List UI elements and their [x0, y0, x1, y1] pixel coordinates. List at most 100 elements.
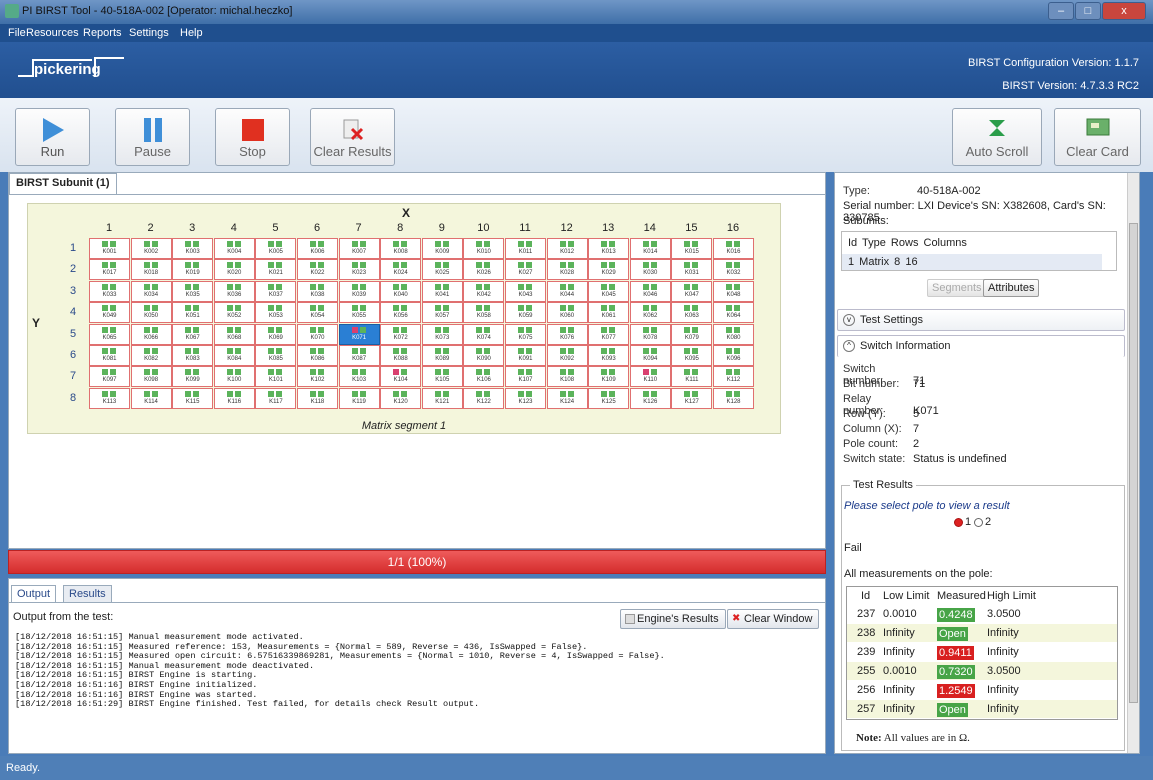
relay-cell[interactable]: K081 [89, 345, 130, 366]
relay-cell[interactable]: K111 [671, 366, 713, 388]
relay-cell[interactable]: K035 [172, 280, 214, 302]
relay-cell[interactable]: K014 [629, 238, 671, 259]
relay-cell[interactable]: K104 [380, 366, 422, 388]
relay-cell[interactable]: K079 [671, 323, 713, 345]
relay-cell[interactable]: K118 [297, 387, 338, 409]
relay-cell[interactable]: K022 [297, 259, 338, 281]
engine-results-button[interactable]: Engine's Results [620, 609, 726, 629]
relay-cell[interactable]: K117 [255, 387, 297, 409]
relay-cell[interactable]: K039 [338, 280, 380, 302]
relay-cell[interactable]: K004 [213, 238, 255, 259]
relay-cell[interactable]: K033 [89, 280, 130, 302]
relay-cell[interactable]: K097 [89, 366, 130, 388]
relay-cell[interactable]: K069 [255, 323, 297, 345]
relay-cell[interactable]: K024 [380, 259, 422, 281]
relay-cell[interactable]: K026 [463, 259, 505, 281]
relay-cell[interactable]: K107 [505, 366, 546, 388]
relay-cell[interactable]: K059 [505, 302, 546, 324]
relay-cell[interactable]: K116 [213, 387, 255, 409]
relay-cell[interactable]: K109 [588, 366, 630, 388]
relay-cell[interactable]: K088 [380, 345, 422, 366]
relay-cell[interactable]: K072 [380, 323, 422, 345]
relay-cell[interactable]: K052 [213, 302, 255, 324]
pole-1-radio[interactable] [954, 518, 963, 527]
relay-cell[interactable]: K017 [89, 259, 130, 281]
relay-cell[interactable]: K119 [338, 387, 380, 409]
relay-cell[interactable]: K028 [546, 259, 588, 281]
relay-cell[interactable]: K007 [338, 238, 380, 259]
relay-cell[interactable]: K105 [421, 366, 463, 388]
relay-cell[interactable]: K008 [380, 238, 422, 259]
relay-cell[interactable]: K029 [588, 259, 630, 281]
relay-cell[interactable]: K125 [588, 387, 630, 409]
measurement-row[interactable]: 237 0.0010 0.4248 3.0500 [847, 605, 1117, 623]
relay-cell[interactable]: K120 [380, 387, 422, 409]
relay-cell[interactable]: K005 [255, 238, 297, 259]
relay-cell[interactable]: K091 [505, 345, 546, 366]
relay-cell[interactable]: K016 [713, 238, 754, 259]
relay-cell[interactable]: K037 [255, 280, 297, 302]
relay-cell[interactable]: K074 [463, 323, 505, 345]
relay-cell[interactable]: K034 [130, 280, 172, 302]
clear-results-button[interactable]: Clear Results [310, 108, 395, 166]
relay-cell[interactable]: K032 [713, 259, 754, 281]
relay-cell[interactable]: K023 [338, 259, 380, 281]
relay-cell[interactable]: K019 [172, 259, 214, 281]
relay-cell[interactable]: K030 [629, 259, 671, 281]
close-button[interactable]: x [1102, 2, 1146, 20]
relay-cell[interactable]: K031 [671, 259, 713, 281]
relay-cell[interactable]: K122 [463, 387, 505, 409]
relay-cell[interactable]: K036 [213, 280, 255, 302]
maximize-button[interactable]: □ [1075, 2, 1101, 20]
relay-cell[interactable]: K112 [713, 366, 754, 388]
relay-cell[interactable]: K098 [130, 366, 172, 388]
stop-button[interactable]: Stop [215, 108, 290, 166]
tab-birst-subunit[interactable]: BIRST Subunit (1) [9, 173, 117, 195]
relay-cell[interactable]: K121 [421, 387, 463, 409]
relay-cell[interactable]: K058 [463, 302, 505, 324]
relay-cell[interactable]: K082 [130, 345, 172, 366]
relay-cell[interactable]: K084 [213, 345, 255, 366]
output-log[interactable]: [18/12/2018 16:51:15] Manual measurement… [15, 632, 819, 710]
relay-cell[interactable]: K044 [546, 280, 588, 302]
relay-cell[interactable]: K078 [629, 323, 671, 345]
relay-cell[interactable]: K051 [172, 302, 214, 324]
relay-cell[interactable]: K126 [629, 387, 671, 409]
relay-cell[interactable]: K063 [671, 302, 713, 324]
relay-cell[interactable]: K002 [130, 238, 172, 259]
relay-cell[interactable]: K055 [338, 302, 380, 324]
menu-help[interactable]: Help [180, 27, 203, 39]
relay-cell[interactable]: K013 [588, 238, 630, 259]
relay-cell[interactable]: K124 [546, 387, 588, 409]
relay-cell[interactable]: K115 [172, 387, 214, 409]
menu-settings[interactable]: Settings [129, 27, 169, 39]
relay-cell[interactable]: K095 [671, 345, 713, 366]
measurement-row[interactable]: 256 Infinity 1.2549 Infinity [847, 681, 1117, 699]
relay-cell[interactable]: K020 [213, 259, 255, 281]
relay-cell[interactable]: K083 [172, 345, 214, 366]
test-settings-expander[interactable]: v Test Settings [837, 309, 1125, 331]
relay-cell[interactable]: K046 [629, 280, 671, 302]
relay-cell[interactable]: K102 [297, 366, 338, 388]
relay-cell[interactable]: K070 [297, 323, 338, 345]
relay-cell[interactable]: K068 [213, 323, 255, 345]
relay-cell[interactable]: K043 [505, 280, 546, 302]
minimize-button[interactable]: – [1048, 2, 1074, 20]
clear-window-button[interactable]: ✖ Clear Window [727, 609, 820, 629]
relay-cell[interactable]: K045 [588, 280, 630, 302]
relay-cell[interactable]: K011 [505, 238, 546, 259]
relay-cell[interactable]: K027 [505, 259, 546, 281]
relay-cell[interactable]: K062 [629, 302, 671, 324]
clear-card-button[interactable]: Clear Card [1054, 108, 1141, 166]
right-scrollbar[interactable] [1127, 173, 1139, 753]
relay-cell[interactable]: K080 [713, 323, 754, 345]
relay-cell[interactable]: K038 [297, 280, 338, 302]
relay-cell[interactable]: K090 [463, 345, 505, 366]
relay-cell[interactable]: K096 [713, 345, 754, 366]
relay-cell[interactable]: K086 [297, 345, 338, 366]
tab-output[interactable]: Output [11, 585, 57, 603]
relay-cell[interactable]: K087 [338, 345, 380, 366]
relay-cell[interactable]: K009 [421, 238, 463, 259]
relay-cell[interactable]: K110 [629, 366, 671, 388]
relay-cell[interactable]: K094 [629, 345, 671, 366]
